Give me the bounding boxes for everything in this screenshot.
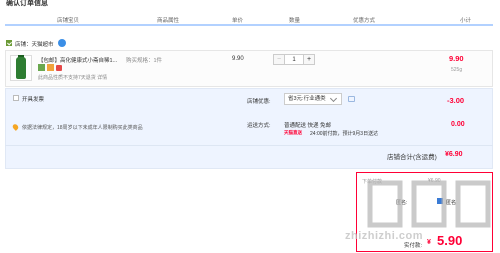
invoice-label[interactable]: 开具发票 [22,95,44,103]
watermark-logo [367,180,491,228]
shipping-label: 运送方式: [247,123,271,129]
store-total-label: 店铺合计(含运费) [387,154,437,161]
watermark-text: zhizhizhi.com [345,230,423,242]
store-total-value: ¥6.90 [445,151,463,158]
real-pay-value: 5.90 [437,233,463,248]
item-spec: 购买规格：1件 [126,58,163,64]
tmall-direct-badge: 天猫直送 [284,130,302,135]
header-divider [5,24,493,26]
shipping-method: 普通配送 快递 免邮 [284,123,332,129]
service-tag-icon [47,64,54,71]
currency-symbol: ¥ [427,239,431,246]
coupon-amount: -3.00 [447,96,465,105]
item-subtotal: 9.90 [449,54,464,63]
message-icon[interactable] [348,96,355,102]
bottle-icon [16,57,26,79]
page-title: 确认订单信息 [6,0,48,7]
column-header-item: 店铺宝贝 [57,18,80,24]
store-name[interactable]: 店铺：天猫超市 [15,40,54,48]
column-header-qty: 数量 [289,18,301,24]
shipping-fee: 0.00 [451,121,465,128]
coupon-label: 店铺优惠: [247,99,271,105]
column-header-attr: 商品属性 [157,18,180,24]
qty-input[interactable]: 1 [285,54,303,65]
delivery-estimate: 24:00前付款，预计9月3日送达 [310,131,379,137]
service-tag-icon [38,64,45,71]
qty-decrease-button[interactable]: − [273,54,285,65]
column-header-price: 单价 [232,18,244,24]
invoice-checkbox[interactable] [13,95,19,101]
qty-increase-button[interactable]: + [303,54,315,65]
total-divider [5,145,493,146]
unit-price: 9.90 [232,56,244,62]
service-tag-icon [56,65,62,71]
column-header-discount: 优惠方式 [353,18,376,24]
item-weight: 525g [451,67,463,73]
item-name-link[interactable]: 【包邮】高化健康式小斋自稀1... [38,56,117,64]
column-header-subtotal: 小计 [460,18,472,24]
return-policy-note[interactable]: 此商品性质不支持7天退货 详情 [38,74,107,81]
chat-icon[interactable] [58,39,66,47]
age-restriction-notice: 依据法律规定，18周岁以下未成年人限制购买此类商品 [22,125,143,131]
store-checkbox[interactable] [6,40,12,46]
real-pay-label: 实付款: [404,243,423,249]
